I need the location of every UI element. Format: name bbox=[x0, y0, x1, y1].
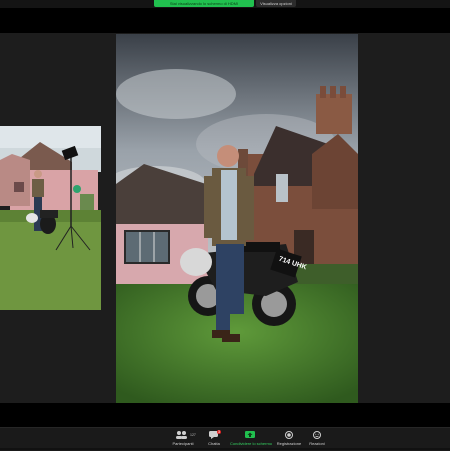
screen-share-banner[interactable]: Stai visualizzando lo schermo di HDMI bbox=[154, 0, 254, 7]
view-options-label: Visualizza opzioni bbox=[260, 1, 292, 6]
left-panel bbox=[0, 33, 116, 403]
right-panel bbox=[358, 33, 450, 403]
share-screen-button[interactable]: Condividere lo schermo bbox=[230, 430, 273, 446]
top-letterbox bbox=[0, 8, 450, 33]
share-screen-icon bbox=[230, 430, 270, 440]
top-bar: Stai visualizzando lo schermo di HDMI Vi… bbox=[0, 0, 450, 8]
chat-icon: 3 bbox=[194, 430, 234, 440]
chat-badge: 3 bbox=[217, 430, 221, 434]
reactions-button[interactable]: Reazioni bbox=[297, 430, 337, 446]
bottom-letterbox bbox=[0, 403, 450, 427]
chat-button[interactable]: 3 Chatta bbox=[194, 430, 234, 446]
view-options-button[interactable]: Visualizza opzioni bbox=[256, 0, 296, 7]
share-banner-text: Stai visualizzando lo schermo di HDMI bbox=[169, 1, 239, 6]
thumbnail-photo bbox=[0, 126, 101, 310]
reactions-label: Reazioni bbox=[309, 441, 325, 446]
shared-screen-area: 714 UHK bbox=[0, 33, 450, 403]
chat-label: Chatta bbox=[208, 441, 220, 446]
share-screen-label: Condividere lo schermo bbox=[230, 441, 273, 446]
main-photo: 714 UHK bbox=[116, 34, 358, 403]
reactions-icon bbox=[297, 430, 337, 440]
